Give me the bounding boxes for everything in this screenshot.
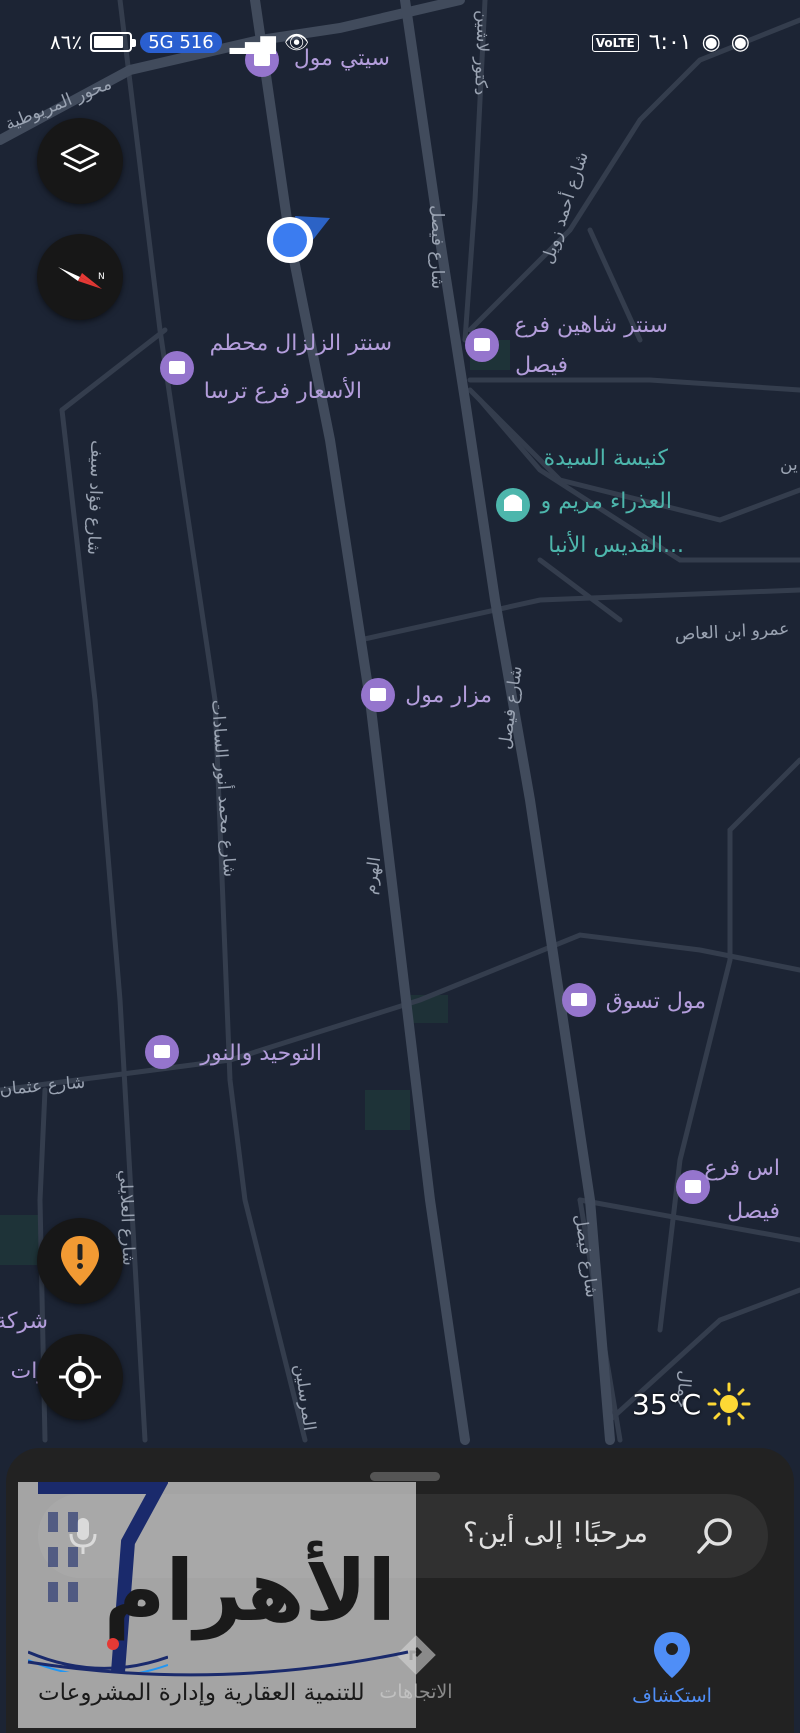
clock: ٦:٠١ bbox=[648, 30, 692, 55]
viber-icon: ◉ bbox=[730, 30, 750, 55]
poi-label: مزار مول bbox=[405, 683, 492, 708]
status-bar: ٨٦٪ 5G 516 ▂▄▆ 👁 VoLTE ٦:٠١ ◉ ◉ bbox=[0, 0, 800, 92]
poi-label: سنتر الزلزال محطم bbox=[210, 331, 392, 356]
poi-label: الأسعار فرع ترسا bbox=[204, 377, 362, 404]
compass-icon: N bbox=[58, 267, 105, 289]
sun-icon bbox=[707, 1382, 751, 1426]
volte-icon: VoLTE bbox=[591, 33, 639, 52]
report-button[interactable] bbox=[37, 1218, 123, 1304]
my-location-icon bbox=[59, 1356, 101, 1398]
poi-label: العذراء مريم و bbox=[540, 489, 672, 514]
street-label: شارع فيصل bbox=[427, 205, 447, 289]
watermark-overlay: الأهرام للتنمية العقارية وإدارة المشروعا… bbox=[18, 1482, 416, 1728]
report-icon bbox=[61, 1236, 99, 1286]
poi-label: التوحيد والنور bbox=[199, 1041, 322, 1066]
poi-label: اس فرع bbox=[704, 1156, 780, 1181]
poi-label: كنيسة السيدة bbox=[544, 446, 669, 471]
location-pin-icon bbox=[654, 1632, 690, 1678]
poi-label: شركة bbox=[0, 1309, 48, 1334]
battery-percent: ٨٦٪ bbox=[50, 30, 83, 54]
poi-label: مول تسوق bbox=[606, 989, 706, 1014]
temperature: 35°C bbox=[632, 1387, 702, 1421]
watermark-title: الأهرام bbox=[103, 1542, 396, 1640]
search-icon bbox=[697, 1518, 732, 1554]
sheet-handle[interactable] bbox=[370, 1472, 440, 1481]
poi-label: فيصل bbox=[727, 1199, 780, 1224]
poi-marker[interactable]: التوحيد والنور bbox=[145, 1035, 322, 1069]
whatsapp-icon: ◉ bbox=[701, 30, 721, 55]
eye-icon: 👁 bbox=[283, 30, 310, 54]
street-label: شارع فؤاد سيف bbox=[83, 440, 107, 555]
tab-explore[interactable]: استكشاف bbox=[602, 1630, 742, 1707]
signal-icon: ▂▄▆ bbox=[229, 30, 276, 54]
layers-button[interactable] bbox=[37, 118, 123, 204]
watermark-subtitle: للتنمية العقارية وإدارة المشروعات bbox=[38, 1680, 365, 1706]
compass-button[interactable]: N bbox=[37, 234, 123, 320]
svg-text:N: N bbox=[98, 272, 105, 282]
weather-widget[interactable]: 35°C bbox=[632, 1382, 751, 1426]
tab-label: استكشاف bbox=[632, 1685, 712, 1707]
layers-icon bbox=[60, 143, 100, 173]
poi-label: فيصل bbox=[515, 353, 568, 378]
search-placeholder: مرحبًا! إلى أين؟ bbox=[462, 1516, 648, 1549]
network-indicator: 5G 516 bbox=[140, 31, 222, 53]
poi-label: سنتر شاهين فرع bbox=[514, 313, 668, 338]
poi-marker[interactable]: مزار مول bbox=[361, 678, 492, 712]
poi-label: القديس الأنبا... bbox=[548, 531, 684, 558]
battery-icon bbox=[90, 32, 137, 52]
locate-button[interactable] bbox=[37, 1334, 123, 1420]
poi-marker[interactable]: مول تسوق bbox=[562, 983, 706, 1017]
street-label: ين bbox=[780, 455, 798, 475]
